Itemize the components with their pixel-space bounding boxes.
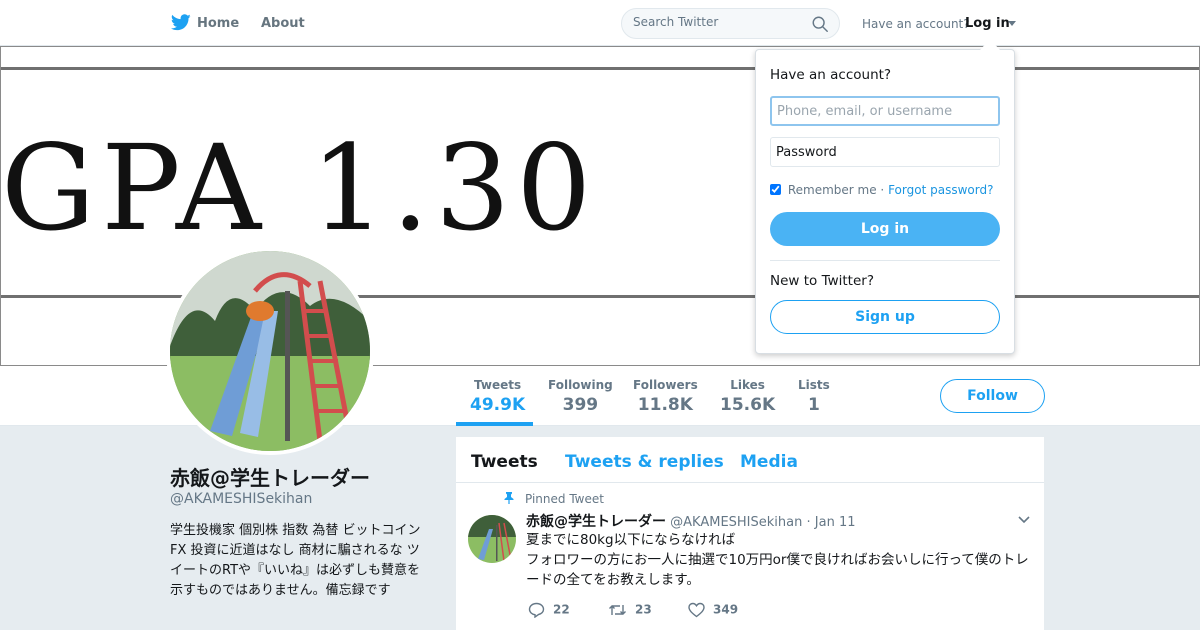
- stat-value: 1: [807, 395, 820, 415]
- banner-text: GPA 1.30: [1, 119, 598, 257]
- remember-separator: ·: [880, 183, 885, 197]
- heart-icon[interactable]: [688, 602, 705, 618]
- tab-media[interactable]: Media: [740, 452, 798, 472]
- avatar[interactable]: [170, 251, 370, 451]
- stat-label: Tweets: [474, 378, 522, 392]
- stat-value: 11.8K: [637, 395, 693, 415]
- tab-tweets[interactable]: Tweets: [471, 452, 538, 472]
- profile-name[interactable]: 赤飯@学生トレーダー: [170, 462, 370, 491]
- stat-following[interactable]: Following 399: [548, 378, 613, 415]
- have-account-text: Have an account?: [862, 17, 970, 31]
- tab-tweets-and-replies[interactable]: Tweets & replies: [565, 452, 724, 472]
- nav-home-link[interactable]: Home: [197, 16, 239, 31]
- stat-value: 15.6K: [720, 395, 776, 415]
- pinned-tweet-label: Pinned Tweet: [525, 492, 604, 506]
- login-button[interactable]: Log in: [770, 212, 1000, 246]
- pin-icon: [504, 492, 514, 504]
- retweet-count: 23: [635, 602, 652, 617]
- like-action[interactable]: 349: [688, 602, 738, 618]
- stat-label: Followers: [633, 378, 698, 392]
- banner-rule-top: [1, 67, 1199, 70]
- active-stat-underline: [456, 422, 533, 426]
- remember-me-checkbox[interactable]: [770, 184, 781, 195]
- search-icon[interactable]: [811, 15, 829, 33]
- stat-label: Lists: [798, 378, 830, 392]
- dropdown-heading: Have an account?: [770, 67, 892, 83]
- reply-icon[interactable]: [528, 602, 545, 619]
- tweet-date[interactable]: Jan 11: [815, 515, 856, 530]
- remember-me-row: Remember me · Forgot password?: [770, 183, 993, 197]
- new-to-twitter-heading: New to Twitter?: [770, 273, 874, 289]
- stat-tweets[interactable]: Tweets 49.9K: [470, 378, 525, 415]
- like-count: 349: [713, 602, 739, 617]
- tweet-avatar[interactable]: [468, 515, 516, 563]
- timeline: Tweets Tweets & replies Media Pinned Twe…: [456, 437, 1044, 630]
- retweet-icon[interactable]: [608, 602, 627, 618]
- tweet-text: 夏までに80kg以下にならなければ フォロワーの方にお一人に抽選で10万円or僕…: [526, 532, 1029, 588]
- tweet-separator: ·: [806, 515, 811, 530]
- stat-value: 49.9K: [470, 395, 526, 415]
- stat-label: Following: [548, 378, 613, 392]
- username-field[interactable]: [770, 96, 1000, 126]
- profile-handle[interactable]: @AKAMESHISekihan: [170, 491, 312, 507]
- reply-count: 22: [553, 602, 570, 617]
- search-input[interactable]: [633, 15, 803, 29]
- forgot-password-link[interactable]: Forgot password?: [888, 183, 993, 197]
- profile-avatar-frame[interactable]: [166, 247, 374, 455]
- top-navigation-bar: Home About Have an account? Log in: [0, 0, 1200, 46]
- stat-label: Likes: [730, 378, 765, 392]
- tweet-author-handle[interactable]: @AKAMESHISekihan: [670, 515, 802, 530]
- follow-button[interactable]: Follow: [940, 379, 1045, 413]
- caret-down-icon[interactable]: [1008, 21, 1016, 26]
- signup-button[interactable]: Sign up: [770, 300, 1000, 334]
- search-box[interactable]: [621, 8, 840, 39]
- nav-about-link[interactable]: About: [261, 16, 305, 31]
- login-dropdown: Have an account? Remember me · Forgot pa…: [755, 49, 1015, 354]
- login-dropdown-toggle[interactable]: Log in: [965, 16, 1010, 31]
- stat-likes[interactable]: Likes 15.6K: [720, 378, 775, 415]
- dropdown-caret: [980, 39, 1000, 50]
- retweet-action[interactable]: 23: [608, 602, 652, 618]
- dropdown-divider: [770, 260, 1000, 261]
- stat-followers[interactable]: Followers 11.8K: [633, 378, 698, 415]
- stat-value: 399: [562, 395, 599, 415]
- reply-action[interactable]: 22: [528, 602, 570, 619]
- remember-me-label[interactable]: Remember me: [788, 183, 877, 197]
- tweet-author-name[interactable]: 赤飯@学生トレーダー: [526, 514, 666, 530]
- stat-lists[interactable]: Lists 1: [798, 378, 830, 415]
- timeline-tabs: Tweets Tweets & replies Media: [456, 437, 1044, 483]
- twitter-bird-icon[interactable]: [171, 14, 191, 31]
- profile-bio: 学生投機家 個別株 指数 為替 ビットコインFX 投資に近道はなし 商材に騙され…: [170, 523, 421, 598]
- password-field[interactable]: [770, 137, 1000, 167]
- tweet-header: 赤飯@学生トレーダー @AKAMESHISekihan · Jan 11: [526, 511, 856, 531]
- chevron-down-icon[interactable]: [1018, 516, 1030, 524]
